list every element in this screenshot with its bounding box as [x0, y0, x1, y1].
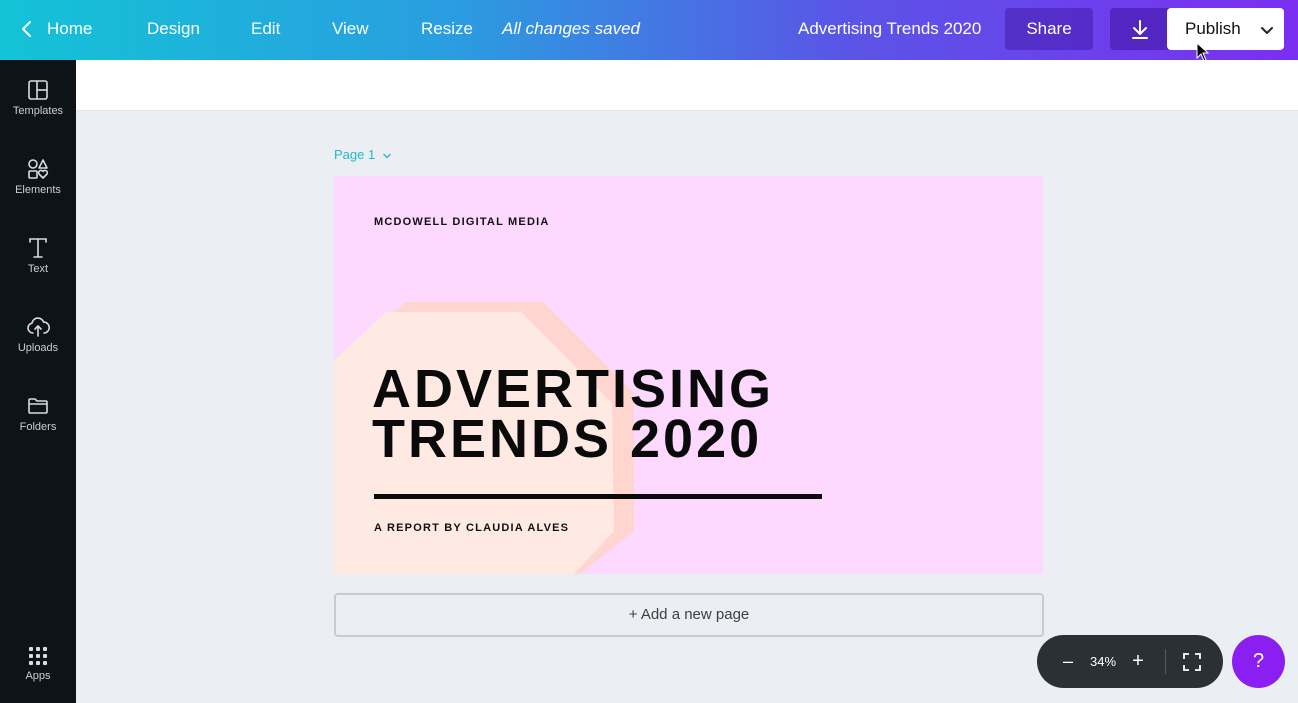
- zoom-out-button[interactable]: –: [1055, 635, 1081, 688]
- view-menu[interactable]: View: [332, 0, 369, 60]
- sidebar-item-label: Apps: [25, 670, 51, 682]
- sidebar-item-label: Text: [27, 263, 49, 275]
- text-icon: [29, 238, 47, 258]
- folder-icon: [28, 398, 48, 414]
- resize-menu[interactable]: Resize: [421, 0, 473, 60]
- download-button[interactable]: [1110, 8, 1170, 50]
- save-status: All changes saved: [502, 19, 640, 38]
- edit-menu[interactable]: Edit: [251, 0, 280, 60]
- sidebar-item-uploads[interactable]: Uploads: [0, 315, 76, 385]
- sidebar: Templates Elements Text Uploads Folders …: [0, 60, 76, 703]
- sidebar-item-label: Elements: [15, 184, 61, 196]
- chevron-left-icon[interactable]: [16, 18, 38, 40]
- add-page-button[interactable]: + Add a new page: [334, 593, 1044, 637]
- sidebar-item-templates[interactable]: Templates: [0, 78, 76, 148]
- zoom-level[interactable]: 34%: [1085, 635, 1121, 688]
- sidebar-item-label: Folders: [19, 421, 57, 433]
- fullscreen-icon: [1183, 652, 1201, 671]
- sidebar-item-label: Templates: [12, 105, 64, 117]
- fullscreen-button[interactable]: [1179, 635, 1205, 688]
- home-link[interactable]: Home: [47, 0, 92, 60]
- top-bar: Home Design Edit View Resize All changes…: [0, 0, 1298, 60]
- zoom-control: – 34% +: [1037, 635, 1223, 688]
- sidebar-item-text[interactable]: Text: [0, 236, 76, 306]
- brand-text[interactable]: MCDOWELL DIGITAL MEDIA: [374, 216, 550, 228]
- mouse-cursor-icon: [1196, 42, 1210, 62]
- sidebar-item-elements[interactable]: Elements: [0, 157, 76, 227]
- sidebar-item-folders[interactable]: Folders: [0, 394, 76, 464]
- document-title[interactable]: Advertising Trends 2020: [798, 0, 981, 60]
- headline-line-1: ADVERTISING: [372, 359, 775, 419]
- divider-line[interactable]: [374, 494, 822, 499]
- publish-button[interactable]: Publish: [1167, 8, 1284, 50]
- help-button[interactable]: ?: [1232, 635, 1285, 688]
- share-button[interactable]: Share: [1005, 8, 1093, 50]
- context-toolbar: [76, 60, 1298, 111]
- elements-icon: [28, 159, 49, 179]
- byline-text[interactable]: A REPORT BY CLAUDIA ALVES: [374, 522, 569, 534]
- chevron-down-icon: [383, 153, 391, 158]
- headline-line-2: TRENDS 2020: [372, 409, 763, 469]
- design-menu[interactable]: Design: [147, 0, 200, 60]
- templates-icon: [28, 80, 48, 100]
- download-icon: [1132, 20, 1148, 39]
- apps-grid-icon: [29, 647, 47, 665]
- sidebar-item-label: Uploads: [17, 342, 59, 354]
- zoom-in-button[interactable]: +: [1125, 635, 1151, 688]
- page-label-text: Page 1: [334, 147, 376, 162]
- zoom-divider: [1165, 649, 1166, 674]
- design-canvas[interactable]: MCDOWELL DIGITAL MEDIA ADVERTISING TREND…: [334, 176, 1043, 574]
- chevron-down-icon: [1261, 27, 1273, 34]
- sidebar-item-apps[interactable]: Apps: [0, 645, 76, 703]
- publish-label: Publish: [1185, 19, 1241, 38]
- page-label[interactable]: Page 1: [334, 147, 392, 162]
- upload-cloud-icon: [27, 317, 50, 337]
- headline[interactable]: ADVERTISING TRENDS 2020: [372, 359, 775, 469]
